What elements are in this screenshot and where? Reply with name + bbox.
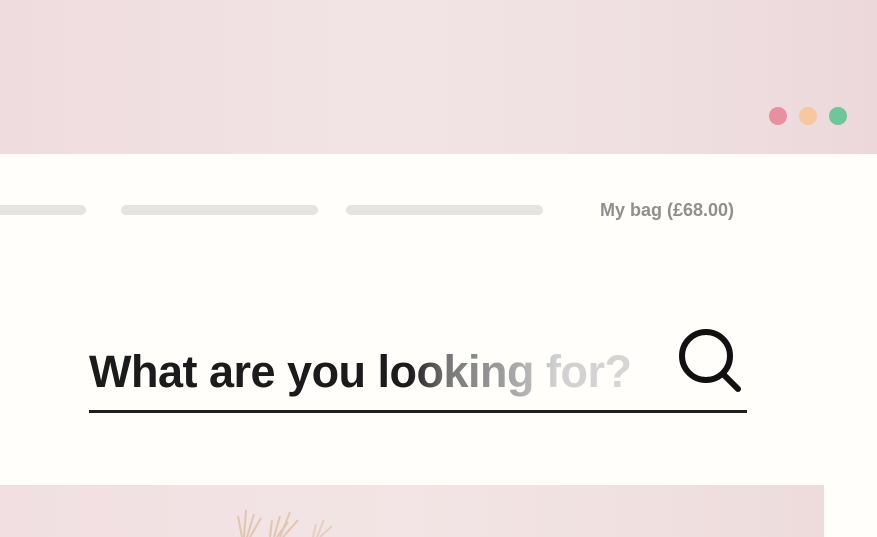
window-dot-orange[interactable] — [799, 107, 817, 125]
window-dot-red[interactable] — [769, 107, 787, 125]
my-bag-link[interactable]: My bag (£68.00) — [600, 200, 734, 221]
hero-background — [0, 0, 877, 154]
product-image-preview — [0, 485, 824, 537]
search-underline — [89, 410, 747, 413]
search-bar[interactable]: What are you looking for? — [89, 328, 747, 414]
nav-link-placeholder-1[interactable] — [0, 205, 86, 215]
nav-link-placeholder-2[interactable] — [121, 205, 318, 215]
site-panel: My bag (£68.00) What are you looking for… — [0, 154, 877, 537]
navbar — [0, 204, 877, 216]
window-controls — [769, 107, 847, 125]
search-input[interactable]: What are you looking for? — [89, 346, 632, 398]
nav-link-placeholder-3[interactable] — [346, 205, 543, 215]
search-icon[interactable] — [677, 328, 743, 394]
plant-image — [237, 509, 333, 537]
window-dot-green[interactable] — [829, 107, 847, 125]
